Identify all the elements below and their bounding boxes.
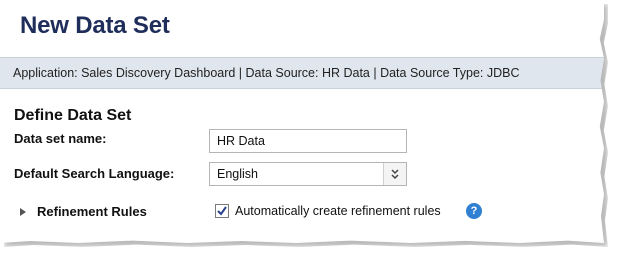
auto-refinement-checkbox[interactable] — [215, 204, 229, 218]
auto-refinement-label[interactable]: Automatically create refinement rules — [235, 204, 441, 218]
default-search-language-select[interactable]: English — [209, 162, 407, 186]
info-bar: Application: Sales Discovery Dashboard |… — [0, 57, 604, 89]
data-set-name-input[interactable] — [209, 129, 407, 153]
checkmark-icon — [217, 206, 227, 216]
double-chevron-down-icon — [391, 169, 399, 180]
default-search-language-label: Default Search Language: — [14, 166, 175, 181]
refinement-rules-toggle[interactable]: Refinement Rules — [37, 204, 147, 219]
dialog-panel: New Data Set Application: Sales Discover… — [0, 0, 604, 243]
default-search-language-value: English — [217, 167, 258, 181]
expand-triangle-icon[interactable] — [18, 207, 28, 217]
info-bar-text: Application: Sales Discovery Dashboard |… — [13, 66, 520, 80]
help-icon[interactable]: ? — [466, 203, 482, 219]
page-title: New Data Set — [20, 12, 170, 39]
section-title: Define Data Set — [14, 107, 132, 124]
data-set-name-label: Data set name: — [14, 131, 107, 146]
select-arrow-button[interactable] — [383, 163, 406, 185]
